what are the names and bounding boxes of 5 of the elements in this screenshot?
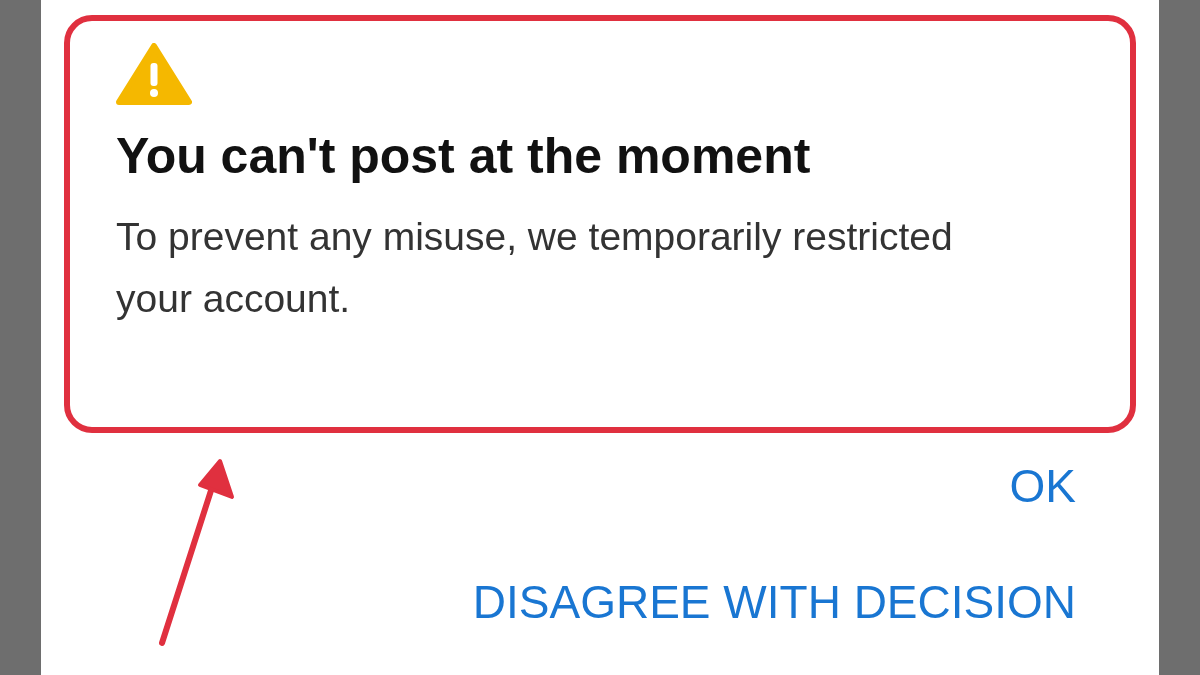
warning-icon [116,43,192,105]
dialog-message: To prevent any misuse, we temporarily restricted your account. [116,213,954,322]
dialog-button[interactable]: OK [1009,463,1076,509]
dialog-button[interactable]: DISAGREE WITH DECISION [472,579,1076,625]
dialog-title: You can't post at the moment [116,127,812,186]
